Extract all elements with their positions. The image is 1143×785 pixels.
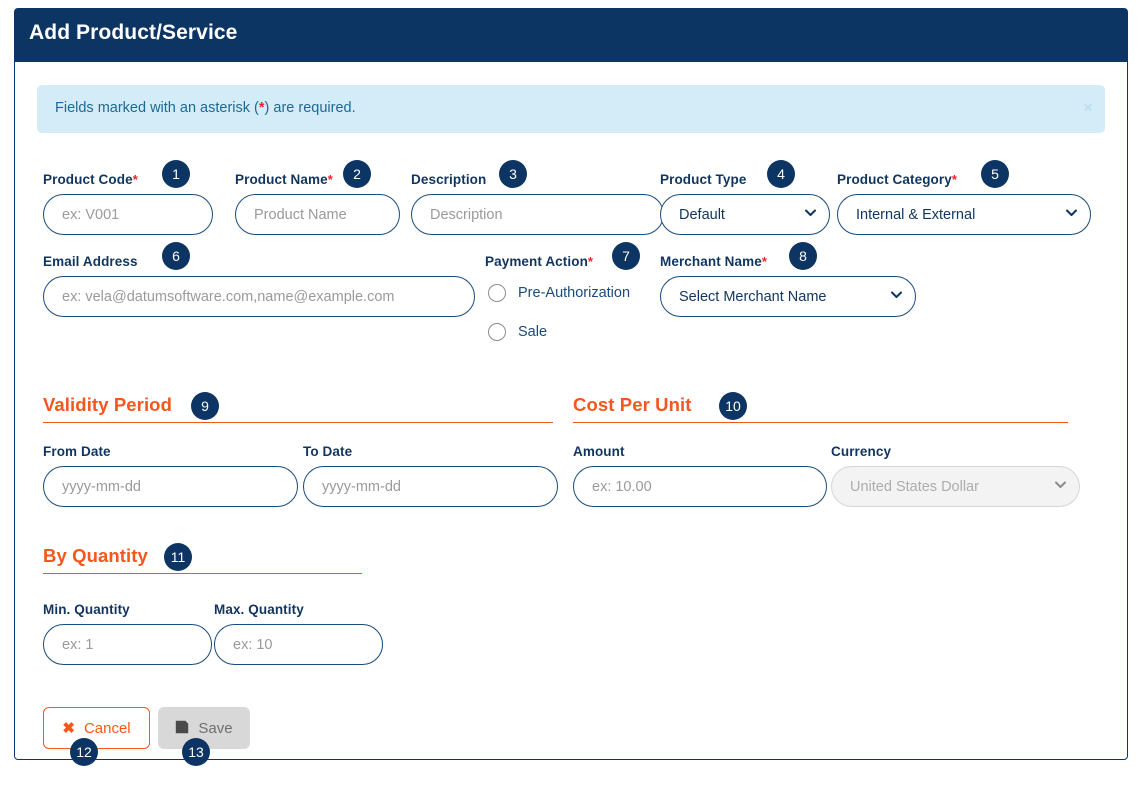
label-merchant-name: Merchant Name*: [660, 254, 767, 269]
radio-label: Sale: [518, 324, 548, 340]
required-asterisk: *: [327, 172, 333, 187]
alert-message: Fields marked with an asterisk (*) are r…: [55, 100, 356, 116]
label-from-date: From Date: [43, 444, 111, 459]
floppy-disk-icon: [175, 720, 189, 737]
label-product-category: Product Category*: [837, 172, 957, 187]
max-quantity-input[interactable]: [214, 624, 383, 665]
badge-9: 9: [191, 392, 219, 420]
section-divider: [43, 573, 362, 575]
badge-1: 1: [162, 160, 190, 188]
badge-12: 12: [70, 738, 98, 766]
required-asterisk: *: [587, 254, 594, 269]
label-product-code: Product Code*: [43, 172, 138, 187]
badge-11: 11: [164, 543, 192, 571]
cancel-button-label: Cancel: [83, 719, 131, 737]
label-currency: Currency: [831, 444, 892, 459]
email-address-input[interactable]: [43, 276, 475, 317]
to-date-input[interactable]: [303, 466, 558, 507]
product-name-input[interactable]: [235, 194, 400, 235]
from-date-input[interactable]: [43, 466, 298, 507]
alert-text-before: Fields marked with an asterisk (: [55, 100, 259, 116]
label-text: Payment Action: [485, 254, 588, 269]
label-max-quantity: Max. Quantity: [214, 602, 304, 617]
product-type-select[interactable]: Default: [660, 194, 830, 235]
add-product-service-panel: Add Product/Service Fields marked with a…: [14, 8, 1128, 760]
cancel-button[interactable]: ✖ Cancel: [43, 707, 150, 749]
required-asterisk: *: [132, 172, 138, 187]
amount-input[interactable]: [573, 466, 827, 507]
label-email-address: Email Address: [43, 254, 138, 269]
min-quantity-input[interactable]: [43, 624, 212, 665]
label-text: Product Name: [235, 172, 328, 187]
label-text: Product Category: [837, 172, 952, 187]
label-to-date: To Date: [303, 444, 353, 459]
alert-text-after: ) are required.: [264, 100, 356, 116]
radio-label: Pre-Authorization: [518, 285, 631, 301]
badge-6: 6: [162, 242, 190, 270]
merchant-name-select[interactable]: Select Merchant Name: [660, 276, 916, 317]
badge-13: 13: [182, 738, 210, 766]
currency-select: United States Dollar: [831, 466, 1080, 507]
badge-2: 2: [343, 160, 371, 188]
label-amount: Amount: [573, 444, 625, 459]
times-icon: ✖: [62, 719, 75, 737]
panel-body: Fields marked with an asterisk ( * ) are r…: [15, 62, 1127, 759]
product-category-select[interactable]: Internal & External: [837, 194, 1091, 235]
section-title-cost-per-unit: Cost Per Unit: [573, 394, 692, 415]
page-title: Add Product/Service: [29, 21, 238, 44]
badge-10: 10: [719, 392, 747, 420]
radio-circle-icon[interactable]: [488, 284, 506, 302]
radio-circle-icon[interactable]: [488, 323, 506, 341]
required-asterisk: *: [951, 172, 958, 187]
badge-7: 7: [612, 242, 640, 270]
badge-8: 8: [789, 242, 817, 270]
required-asterisk: *: [761, 254, 768, 269]
badge-4: 4: [767, 160, 795, 188]
label-text: Product Code: [43, 172, 133, 187]
save-button-label: Save: [198, 719, 233, 737]
section-title-by-quantity: By Quantity: [43, 545, 148, 566]
label-min-quantity: Min. Quantity: [43, 602, 130, 617]
description-input[interactable]: [411, 194, 664, 235]
label-text: Merchant Name: [660, 254, 762, 269]
label-payment-action: Payment Action*: [485, 254, 593, 269]
required-fields-alert: Fields marked with an asterisk (*) are r…: [37, 85, 1105, 133]
radio-sale[interactable]: Sale: [488, 323, 658, 345]
panel-header: Add Product/Service: [15, 9, 1127, 62]
badge-5: 5: [981, 160, 1009, 188]
product-code-input[interactable]: [43, 194, 213, 235]
label-description: Description: [411, 172, 487, 187]
badge-3: 3: [499, 160, 527, 188]
section-divider: [43, 422, 553, 424]
label-product-type: Product Type: [660, 172, 747, 187]
section-title-validity-period: Validity Period: [43, 394, 172, 415]
label-product-name: Product Name*: [235, 172, 333, 187]
radio-pre-authorization[interactable]: Pre-Authorization: [488, 284, 658, 306]
section-divider: [573, 422, 1068, 424]
close-icon[interactable]: ×: [1083, 99, 1093, 116]
